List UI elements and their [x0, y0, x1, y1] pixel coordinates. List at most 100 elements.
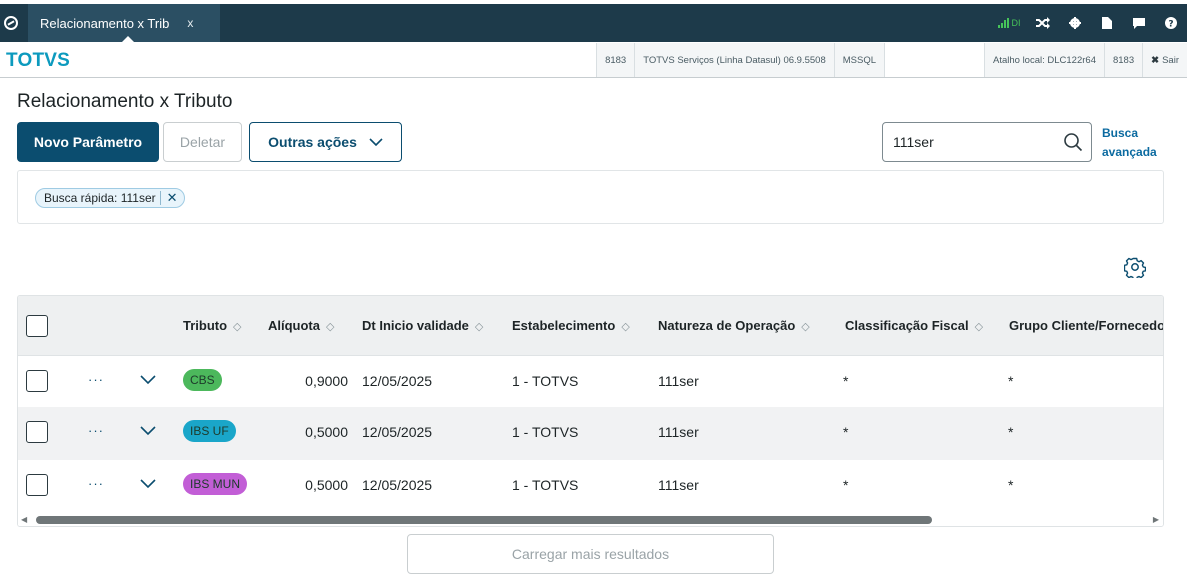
tributo-tag: CBS	[183, 369, 222, 391]
advanced-search-link[interactable]: Busca avançada	[1102, 124, 1162, 162]
help-icon[interactable]: ?	[1155, 4, 1187, 42]
table-settings-gear-icon[interactable]	[1124, 256, 1146, 278]
table-row: ··· IBS MUN 0,5000 12/05/2025 1 - TOTVS …	[18, 460, 1163, 513]
close-icon: ✖	[1151, 54, 1160, 66]
col-label: Tributo	[183, 318, 228, 333]
chevron-down-icon[interactable]	[140, 479, 156, 489]
delete-button[interactable]: Deletar	[163, 122, 242, 162]
sort-icon: ◇	[474, 321, 484, 333]
col-label: Dt Inicio validade	[362, 318, 469, 333]
connection-signal-icon: DI	[991, 4, 1027, 42]
more-actions-button[interactable]: Outras ações	[249, 122, 402, 162]
tab-label: Relacionamento x Trib	[40, 15, 170, 31]
tributo-tag: IBS MUN	[183, 473, 248, 495]
col-natureza[interactable]: Natureza de Operação ◇	[658, 318, 810, 333]
classificacao-cell: *	[843, 424, 849, 440]
exit-button[interactable]: ✖ Sair	[1142, 43, 1187, 77]
col-dt-inicio[interactable]: Dt Inicio validade ◇	[362, 318, 483, 333]
search-input[interactable]: 111ser	[882, 122, 1092, 162]
aliquota-cell: 0,5000	[305, 477, 348, 493]
user-code: 8183	[1103, 43, 1143, 77]
horizontal-scrollbar[interactable]: ◀ ▶	[18, 513, 1163, 526]
product-version: TOTVS Serviços (Linha Datasul) 06.9.5508	[634, 43, 834, 77]
col-tributo[interactable]: Tributo ◇	[183, 318, 242, 333]
grupo-cell: *	[1008, 424, 1014, 440]
document-icon[interactable]	[1091, 4, 1123, 42]
sort-icon: ◇	[801, 321, 810, 333]
grupo-cell: *	[1008, 477, 1014, 493]
chat-icon[interactable]	[1123, 4, 1155, 42]
row-actions-menu[interactable]: ···	[88, 476, 104, 491]
svg-text:?: ?	[1168, 20, 1173, 30]
estabelecimento-cell: 1 - TOTVS	[512, 477, 579, 493]
grupo-cell: *	[1008, 373, 1014, 389]
select-all-checkbox[interactable]	[26, 315, 48, 337]
row-checkbox[interactable]	[26, 370, 48, 392]
load-more-button[interactable]: Carregar mais resultados	[407, 534, 774, 574]
col-grupo[interactable]: Grupo Cliente/Fornecedor	[1009, 318, 1164, 333]
row-checkbox[interactable]	[26, 421, 48, 443]
more-actions-label: Outras ações	[268, 134, 357, 150]
advanced-search-line2: avançada	[1102, 145, 1157, 159]
shuffle-icon[interactable]	[1027, 4, 1059, 42]
aliquota-cell: 0,9000	[305, 373, 348, 389]
table-row: ··· CBS 0,9000 12/05/2025 1 - TOTVS 111s…	[18, 356, 1163, 409]
scrollbar-thumb[interactable]	[36, 516, 932, 524]
classificacao-cell: *	[843, 373, 849, 389]
database-type: MSSQL	[833, 43, 884, 77]
classificacao-cell: *	[843, 477, 849, 493]
page-title: Relacionamento x Tributo	[17, 91, 233, 112]
table-header: Tributo ◇ Alíquota ◇ Dt Inicio validade ◇ E…	[18, 296, 1164, 356]
col-label: Natureza de Operação	[658, 318, 796, 333]
gear-icon[interactable]	[1059, 4, 1091, 42]
row-actions-menu[interactable]: ···	[88, 423, 104, 438]
new-parameter-button[interactable]: Novo Parâmetro	[17, 122, 159, 162]
company-code: 8183	[596, 43, 635, 77]
search-value: 111ser	[893, 134, 934, 150]
sort-icon: ◇	[621, 321, 630, 333]
estabelecimento-cell: 1 - TOTVS	[512, 424, 579, 440]
exit-label: Sair	[1162, 54, 1179, 66]
chip-label: Busca rápida: 111ser	[44, 191, 156, 205]
totvs-logo-icon	[4, 16, 18, 30]
chip-close-icon[interactable]: ✕	[167, 190, 178, 206]
quick-search-chip[interactable]: Busca rápida: 111ser ✕	[35, 188, 185, 208]
session-info: 8183 TOTVS Serviços (Linha Datasul) 06.9…	[596, 43, 1187, 77]
info-bar: TOTVS 8183 TOTVS Serviços (Linha Datasul…	[0, 43, 1187, 78]
dt-inicio-cell: 12/05/2025	[362, 373, 433, 389]
aliquota-cell: 0,5000	[305, 424, 348, 440]
col-classificacao[interactable]: Classificação Fiscal ◇	[845, 318, 983, 333]
natureza-cell: 111ser	[658, 424, 699, 440]
col-estabelecimento[interactable]: Estabelecimento ◇	[512, 318, 630, 333]
sort-icon: ◇	[974, 321, 984, 333]
col-aliquota[interactable]: Alíquota ◇	[268, 318, 334, 333]
col-label: Grupo Cliente/Fornecedor	[1009, 318, 1164, 333]
tab-close-button[interactable]: x	[187, 16, 193, 30]
active-tab-indicator	[121, 36, 135, 43]
shortcut-info: Atalho local: DLC122r64	[984, 43, 1104, 77]
row-checkbox[interactable]	[26, 474, 48, 496]
redacted-field	[884, 43, 984, 77]
row-actions-menu[interactable]: ···	[88, 372, 104, 387]
scroll-left-icon[interactable]: ◀	[21, 515, 27, 524]
table-row: ··· IBS UF 0,5000 12/05/2025 1 - TOTVS 1…	[18, 407, 1163, 460]
sort-icon: ◇	[326, 321, 335, 333]
chip-divider	[159, 191, 161, 205]
natureza-cell: 111ser	[658, 477, 699, 493]
dt-inicio-cell: 12/05/2025	[362, 424, 433, 440]
top-bar: Relacionamento x Trib x DI ?	[0, 4, 1187, 43]
filter-area: Busca rápida: 111ser ✕	[17, 170, 1164, 224]
estabelecimento-cell: 1 - TOTVS	[512, 373, 579, 389]
col-label: Classificação Fiscal	[845, 318, 969, 333]
connection-signal-text: DI	[1011, 18, 1021, 28]
col-label: Estabelecimento	[512, 318, 616, 333]
search-icon[interactable]	[1063, 132, 1083, 152]
brand-title: TOTVS	[6, 50, 70, 71]
scroll-right-icon[interactable]: ▶	[1153, 515, 1159, 524]
chevron-down-icon[interactable]	[140, 375, 156, 385]
col-label: Alíquota	[268, 318, 320, 333]
dt-inicio-cell: 12/05/2025	[362, 477, 433, 493]
chevron-down-icon[interactable]	[140, 426, 156, 436]
advanced-search-line1: Busca	[1102, 126, 1139, 140]
menu-logo-button[interactable]	[0, 4, 22, 42]
